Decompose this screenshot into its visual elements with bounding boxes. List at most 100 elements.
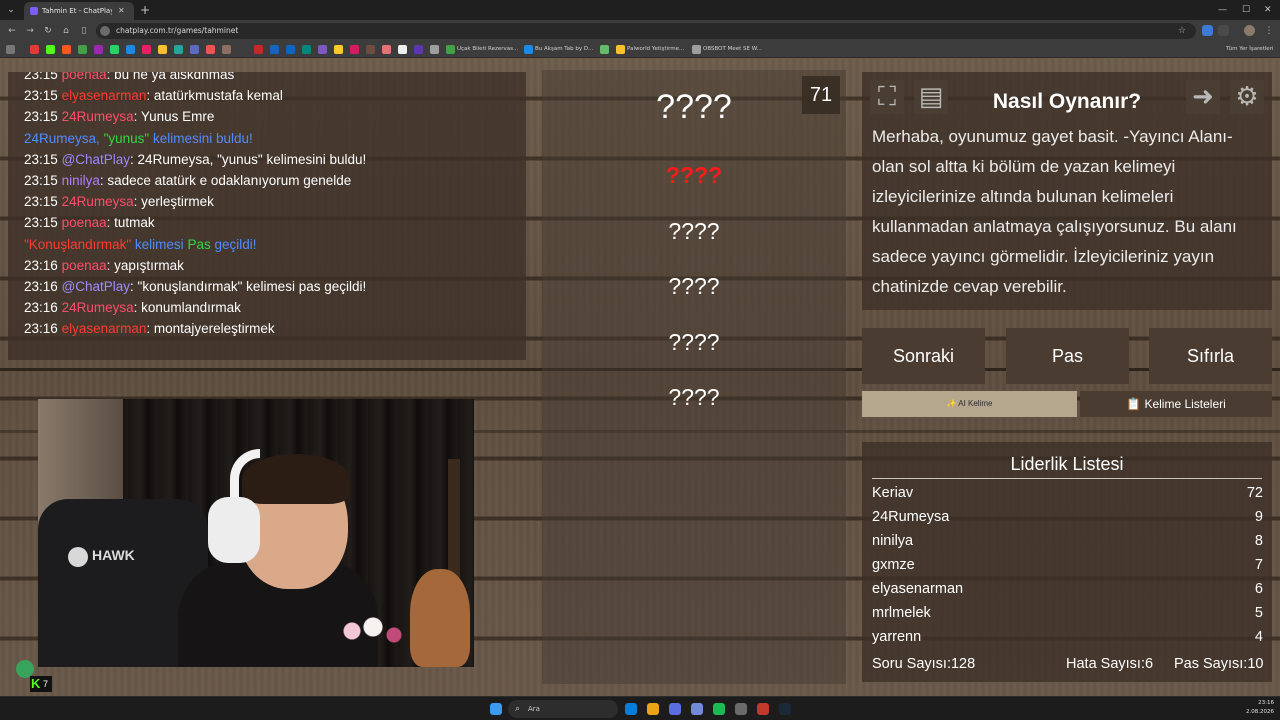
bookmark-icon[interactable] [126, 45, 135, 54]
back-icon[interactable]: ← [5, 24, 19, 38]
tab-ai-word[interactable]: ✨ AI Kelime [862, 391, 1077, 417]
browser-menu-icon[interactable]: ⋮ [1262, 24, 1276, 38]
tab-search-icon[interactable]: ⌄ [4, 3, 18, 17]
chat-text: : yapıştırmak [106, 258, 184, 273]
bookmark-icon[interactable] [692, 45, 701, 54]
browser-tab[interactable]: Tahmin Et - ChatPlay ✕ [24, 2, 134, 20]
bookmark-icon[interactable] [302, 45, 311, 54]
new-tab-icon[interactable]: + [140, 2, 150, 18]
clock-time: 23:16 [1258, 700, 1274, 706]
pass-button[interactable]: Pas [1006, 328, 1129, 384]
apps-grid-icon[interactable] [6, 45, 15, 54]
logout-icon[interactable]: ➜ [1186, 80, 1220, 114]
address-bar[interactable]: chatplay.com.tr/games/tahminet ☆ [96, 23, 1196, 39]
chat-message: 23:15 @ChatPlay: 24Rumeysa, "yunus" keli… [24, 151, 366, 169]
bookmark-icon[interactable] [222, 45, 231, 54]
bookmark-flight-label[interactable]: Uçak Bileti Rezervas... [457, 42, 518, 57]
bookmark-icon[interactable] [270, 45, 279, 54]
forward-icon[interactable]: → [23, 24, 37, 38]
notice-word: "yunus" [103, 131, 150, 146]
bookmark-icon[interactable] [206, 45, 215, 54]
x-icon[interactable] [398, 45, 407, 54]
reload-icon[interactable]: ↻ [41, 24, 55, 38]
bookmark-icon[interactable] [46, 45, 55, 54]
forbidden-word: ???? [668, 273, 720, 299]
site-info-icon[interactable] [100, 26, 110, 36]
chat-username[interactable]: elyasenarman [62, 88, 147, 103]
chat-username[interactable]: @ChatPlay [62, 279, 130, 294]
bookmark-icon[interactable] [158, 45, 167, 54]
how-to-play-text: Merhaba, oyunumuz gayet basit. -Yayıncı … [872, 127, 1237, 296]
extensions-puzzle-icon[interactable] [1218, 25, 1229, 36]
chat-username[interactable]: @ChatPlay [62, 152, 130, 167]
close-window-icon[interactable]: ✕ [1264, 3, 1272, 17]
bookmark-icon[interactable] [318, 45, 327, 54]
bookmark-icon[interactable] [616, 45, 625, 54]
bookmark-icon[interactable] [78, 45, 87, 54]
bookmark-icon[interactable] [414, 45, 423, 54]
player-score: 5 [1254, 605, 1263, 621]
minimize-icon[interactable]: — [1218, 3, 1227, 17]
bookmark-icon[interactable] [366, 45, 375, 54]
player-score: 6 [1254, 581, 1263, 597]
taskbar-clock[interactable]: 23:16 2.08.2026 [1238, 699, 1274, 717]
bookmark-icon[interactable] [524, 45, 533, 54]
steam-icon[interactable] [779, 703, 791, 715]
chat-text: : tutmak [106, 215, 155, 230]
bookmark-icon[interactable] [430, 45, 439, 54]
app-icon[interactable] [757, 703, 769, 715]
kick-logo-icon: K [31, 676, 41, 691]
next-button[interactable]: Sonraki [862, 328, 985, 384]
bookmark-icon[interactable] [334, 45, 343, 54]
chat-username[interactable]: poenaa [62, 215, 107, 230]
chat-time: 23:16 [24, 300, 58, 315]
bookmark-icon[interactable] [110, 45, 119, 54]
maximize-icon[interactable]: ☐ [1242, 3, 1250, 17]
chat-username[interactable]: 24Rumeysa [62, 194, 134, 209]
chat-username[interactable]: elyasenarman [62, 321, 147, 336]
start-menu-icon[interactable] [490, 703, 502, 715]
chat-username[interactable]: 24Rumeysa [62, 300, 134, 315]
app-icon[interactable] [735, 703, 747, 715]
tab-close-icon[interactable]: ✕ [118, 5, 125, 17]
tab-word-lists[interactable]: 📋 Kelime Listeleri [1080, 391, 1272, 417]
bookmark-icon[interactable] [94, 45, 103, 54]
edge-icon[interactable] [625, 703, 637, 715]
settings-gear-icon[interactable]: ⚙ [1230, 80, 1264, 114]
bookmark-icon[interactable] [254, 45, 263, 54]
bookmark-icon[interactable] [286, 45, 295, 54]
bookmark-icon[interactable] [62, 45, 71, 54]
player-score: 9 [1254, 509, 1263, 525]
bookmark-icon[interactable] [350, 45, 359, 54]
spotify-icon[interactable] [713, 703, 725, 715]
chrome-icon[interactable] [647, 703, 659, 715]
home-icon[interactable]: ⌂ [59, 24, 73, 38]
all-bookmarks-label[interactable]: Tüm Yer İşaretleri [1226, 42, 1273, 57]
reset-button[interactable]: Sıfırla [1149, 328, 1272, 384]
chat-username[interactable]: poenaa [62, 258, 107, 273]
player-score: 7 [1254, 557, 1263, 573]
bookmark-palworld-label[interactable]: Palworld Yetiştirme... [627, 42, 684, 57]
bookmark-icon[interactable] [174, 45, 183, 54]
extension-icon[interactable] [1202, 25, 1213, 36]
bookmark-tab-label[interactable]: Bu Akşam Tab by D... [535, 42, 593, 57]
split-view-icon[interactable]: ▯ [77, 24, 91, 38]
bookmark-obsbot-label[interactable]: OBSBOT Meet SE W... [703, 42, 762, 57]
profile-avatar-icon[interactable] [1244, 25, 1255, 36]
bookmark-icon[interactable] [446, 45, 455, 54]
chat-username[interactable]: 24Rumeysa [62, 109, 134, 124]
search-icon: ⌕ [515, 704, 521, 714]
chat-time: 23:15 [24, 194, 58, 209]
taskbar-search[interactable]: ⌕ Ara [508, 700, 618, 718]
bookmark-icon[interactable] [190, 45, 199, 54]
discord-icon[interactable] [691, 703, 703, 715]
chat-username[interactable]: poenaa [62, 72, 107, 82]
bookmark-icon[interactable] [142, 45, 151, 54]
bookmark-icon[interactable] [30, 45, 39, 54]
bookmark-star-icon[interactable]: ☆ [1178, 23, 1186, 39]
bookmark-icon[interactable] [382, 45, 391, 54]
chat-username[interactable]: ninilya [62, 173, 100, 188]
app-icon[interactable] [669, 703, 681, 715]
bookmark-icon[interactable] [600, 45, 609, 54]
notice-text: kelimesini buldu! [152, 131, 253, 146]
